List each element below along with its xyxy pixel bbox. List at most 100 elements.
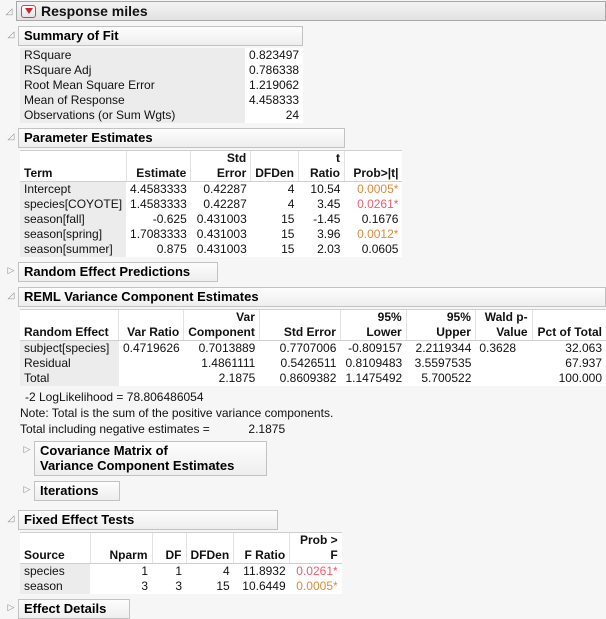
table-row: RSquare 0.823497: [20, 48, 303, 63]
wald-p-cell: [475, 356, 532, 371]
upper-ci-cell: 3.5597535: [414, 356, 472, 370]
table-row: Intercept 4.4583333 0.42287 4 10.54 0.00…: [20, 181, 402, 197]
section-header-summary-of-fit[interactable]: Summary of Fit: [18, 26, 303, 46]
response-title-bar: Response miles: [16, 1, 606, 21]
wald-p-cell: [475, 371, 532, 386]
table-row: Mean of Response 4.458333: [20, 93, 303, 108]
column-header: Pct of Total: [531, 309, 606, 341]
table-header-row: Source Nparm DF DFDen F Ratio Prob > F: [20, 532, 342, 564]
table-row: season[summer] 0.875 0.431003 15 2.03 0.…: [20, 242, 402, 257]
table-row: subject[species] 0.4719626 0.7013889 0.7…: [20, 340, 606, 356]
nparm-cell: 1: [141, 564, 148, 578]
term-cell: season[spring]: [20, 227, 127, 242]
column-header: Wald p- Value: [474, 309, 533, 341]
t-ratio-cell: -1.45: [313, 212, 341, 226]
term-cell: species[COYOTE]: [20, 197, 127, 212]
disclosure-open-icon[interactable]: ◿: [2, 1, 16, 21]
estimate-cell: 1.4583333: [130, 197, 187, 211]
section-header-covariance-matrix[interactable]: Covariance Matrix of Variance Component …: [34, 441, 267, 476]
std-error-cell: 0.5426511: [280, 356, 337, 370]
stat-value: 0.823497: [249, 48, 300, 62]
stat-label: Observations (or Sum Wgts): [20, 108, 245, 123]
loglikelihood-line: -2 LogLikelihood = 78.806486054: [25, 390, 606, 404]
upper-ci-cell: 5.700522: [421, 371, 472, 385]
disclosure-closed-icon[interactable]: ▷: [20, 441, 34, 458]
section-header-effect-details[interactable]: Effect Details: [18, 599, 130, 619]
lower-ci-cell: 1.1475492: [345, 371, 403, 385]
nparm-cell: 3: [141, 579, 148, 593]
column-header: Var Component: [183, 309, 260, 341]
dfden-cell: 4: [222, 564, 230, 578]
random-effect-cell: Total: [20, 371, 119, 386]
p-value-cell: 0.0012*: [357, 227, 399, 241]
column-header: 95% Upper: [405, 309, 476, 341]
disclosure-closed-icon[interactable]: ▷: [20, 481, 34, 498]
dfden-cell: 15: [281, 227, 295, 241]
column-header: 95% Lower: [339, 309, 407, 341]
disclosure-open-icon[interactable]: ◿: [4, 128, 18, 145]
df-cell: 1: [175, 564, 182, 578]
f-ratio-cell: 10.6449: [242, 579, 286, 593]
total-including-negative-line: Total including negative estimates = 2.1…: [20, 422, 606, 436]
t-ratio-cell: 3.45: [317, 197, 341, 211]
random-effect-cell: Residual: [20, 356, 119, 371]
disclosure-open-icon[interactable]: ◿: [4, 510, 18, 527]
table-row: RSquare Adj 0.786338: [20, 63, 303, 78]
total-negative-label: Total including negative estimates =: [20, 422, 210, 436]
stat-label: Root Mean Square Error: [20, 78, 245, 93]
estimate-cell: 0.875: [156, 242, 187, 256]
std-error-cell: 0.42287: [203, 182, 247, 196]
var-component-cell: 2.1875: [218, 371, 256, 385]
p-value-cell: 0.1676: [361, 212, 399, 226]
table-row: Observations (or Sum Wgts) 24: [20, 108, 303, 123]
lower-ci-cell: -0.809157: [348, 341, 403, 355]
report-title-bar: ◿ Response miles: [0, 1, 606, 21]
std-error-cell: 0.431003: [196, 242, 247, 256]
section-header-parameter-estimates[interactable]: Parameter Estimates: [18, 128, 345, 148]
reml-variance-table: Random Effect Var Ratio Var Component St…: [20, 309, 606, 386]
dfden-cell: 4: [287, 197, 295, 211]
section-header-fixed-effect-tests[interactable]: Fixed Effect Tests: [18, 510, 278, 530]
disclosure-closed-icon[interactable]: ▷: [4, 262, 18, 279]
std-error-cell: 0.7707006: [279, 341, 337, 355]
table-row: season 3 3 15 10.6449 0.0005*: [20, 579, 342, 594]
p-value-cell: 0.0005*: [296, 579, 338, 593]
covariance-title-line1: Covariance Matrix of: [40, 443, 168, 458]
term-cell: season[summer]: [20, 242, 127, 257]
stat-label: RSquare: [20, 48, 245, 63]
stat-value: 0.786338: [249, 63, 300, 77]
section-header-iterations[interactable]: Iterations: [34, 481, 120, 501]
t-ratio-cell: 2.03: [317, 242, 341, 256]
f-ratio-cell: 11.8932: [243, 564, 286, 578]
red-triangle-menu-button[interactable]: [21, 4, 36, 18]
stat-label: Mean of Response: [20, 93, 245, 108]
column-header: Std Error: [190, 150, 251, 182]
term-cell: season[fall]: [20, 212, 127, 227]
df-cell: 3: [175, 579, 182, 593]
disclosure-open-icon[interactable]: ◿: [4, 287, 18, 304]
section-header-random-effect-predictions[interactable]: Random Effect Predictions: [18, 262, 218, 282]
dfden-cell: 15: [281, 242, 295, 256]
std-error-cell: 0.431003: [196, 227, 247, 241]
parameter-estimates-table: Term Estimate Std Error DFDen t Ratio Pr…: [20, 150, 403, 257]
loglikelihood-value: 78.806486054: [126, 390, 204, 404]
table-row: species[COYOTE] 1.4583333 0.42287 4 3.45…: [20, 197, 402, 212]
column-header: DFDen: [185, 532, 234, 564]
stat-value: 24: [285, 108, 300, 122]
stat-label: RSquare Adj: [20, 63, 245, 78]
random-effect-cell: subject[species]: [20, 340, 119, 356]
dfden-cell: 15: [281, 212, 295, 226]
stat-value: 1.219062: [249, 78, 300, 92]
disclosure-open-icon[interactable]: ◿: [4, 26, 18, 43]
std-error-cell: 0.431003: [196, 212, 247, 226]
disclosure-closed-icon[interactable]: ▷: [4, 599, 18, 616]
section-header-reml[interactable]: REML Variance Component Estimates: [18, 287, 606, 307]
column-header: Source: [20, 532, 90, 564]
p-value-cell: 0.0605: [361, 242, 399, 256]
table-row: Residual 1.4861111 0.5426511 0.8109483 3…: [20, 356, 606, 371]
total-negative-value: 2.1875: [248, 422, 286, 436]
column-header: Estimate: [125, 150, 191, 182]
pct-total-cell: 67.937: [565, 356, 602, 370]
t-ratio-cell: 10.54: [310, 182, 341, 196]
summary-of-fit-table: RSquare 0.823497 RSquare Adj 0.786338 Root…: [20, 48, 304, 123]
